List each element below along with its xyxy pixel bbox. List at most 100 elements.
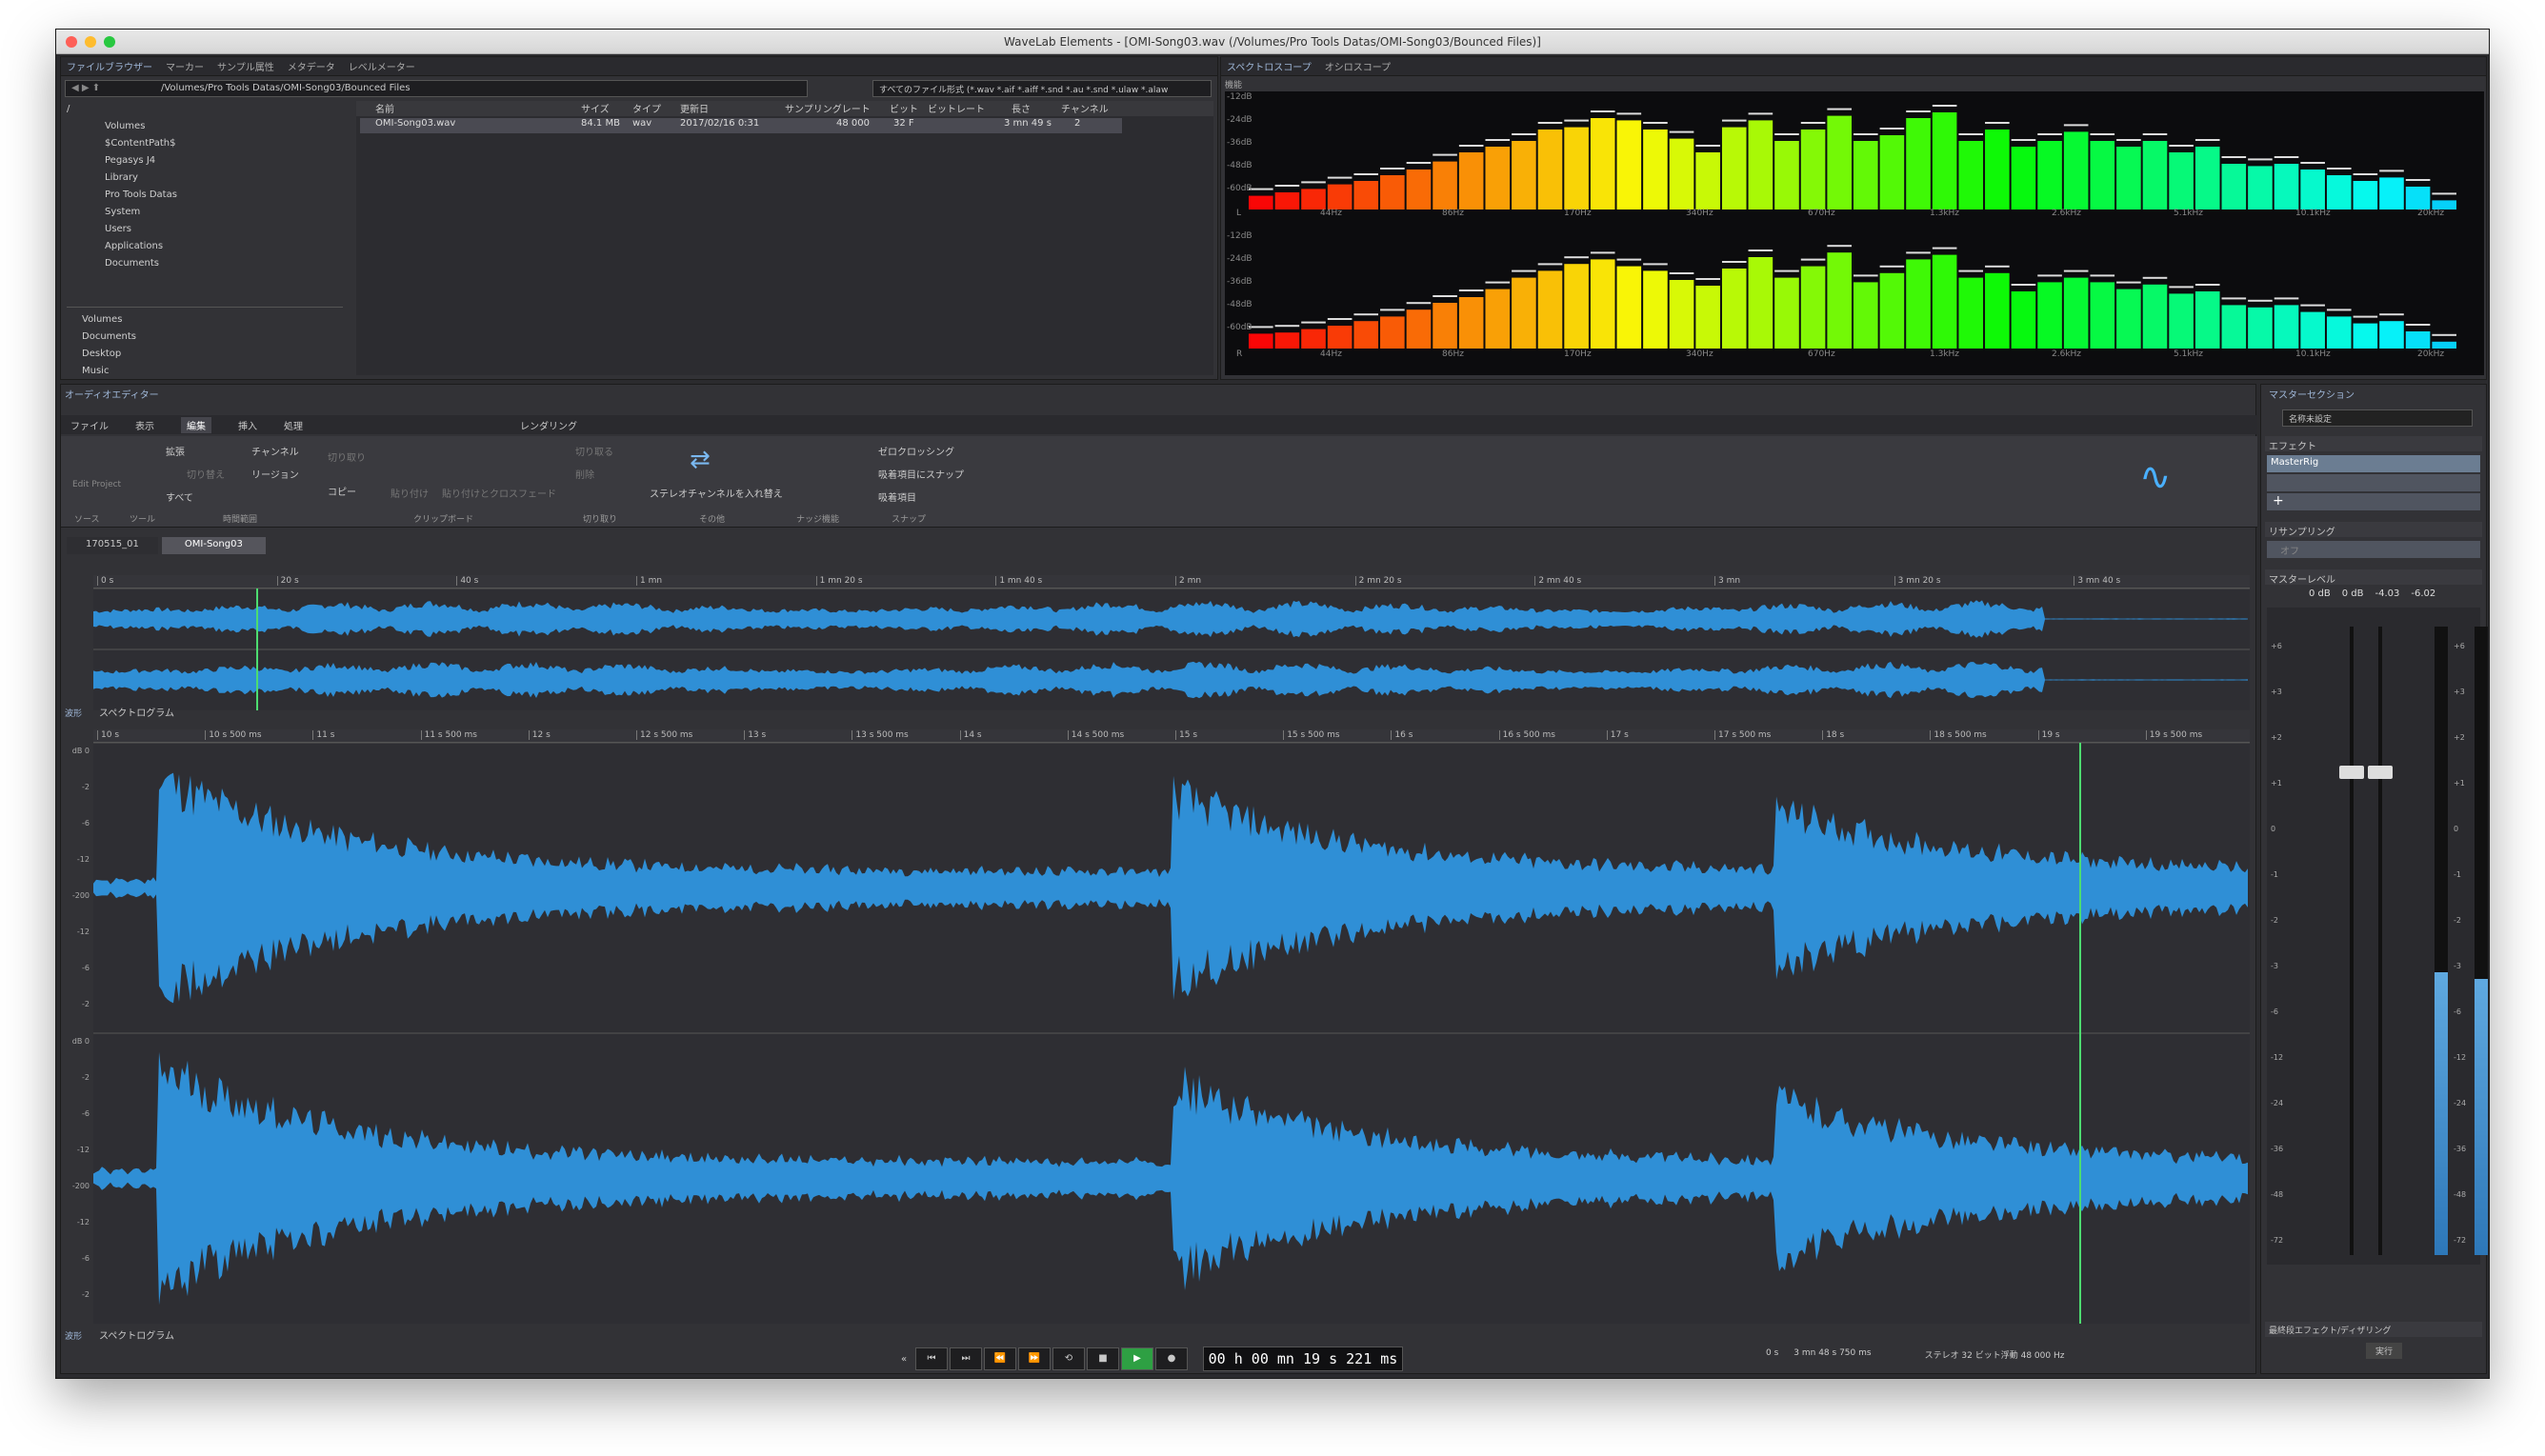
spectrum-peak	[1854, 133, 1878, 135]
edit-project-button[interactable]: Edit Project	[72, 480, 121, 489]
fader-left[interactable]	[2339, 766, 2364, 779]
tab-editor-file[interactable]: ファイル	[70, 418, 109, 432]
time-display[interactable]: 00 h 00 mn 19 s 221 ms	[1203, 1346, 1403, 1371]
col-date[interactable]: 更新日	[680, 101, 709, 115]
record-icon[interactable]: ●	[1155, 1347, 1188, 1370]
add-plugin-icon[interactable]: +	[2267, 493, 2480, 510]
status-start[interactable]: 0 s	[1766, 1348, 1778, 1364]
play-icon[interactable]: ▶	[1121, 1347, 1153, 1370]
file-type-filter[interactable]: すべてのファイル形式 (*.wav *.aif *.aiff *.snd *.a…	[872, 80, 1212, 97]
tab-level-meter[interactable]: レベルメーター	[349, 59, 415, 73]
detail-spectrogram-label[interactable]: スペクトログラム	[99, 1327, 174, 1342]
fader-right-value[interactable]: 0 dB	[2342, 588, 2364, 599]
tree-item[interactable]: Documents	[67, 255, 343, 272]
col-name[interactable]: 名前	[375, 101, 394, 115]
copy-button[interactable]: コピー	[328, 484, 356, 498]
tree-item[interactable]: Pegasys J4	[67, 152, 343, 170]
tab-editor-edit[interactable]: 編集	[181, 416, 211, 433]
overview-spectrogram-label[interactable]: スペクトログラム	[99, 705, 174, 719]
master-preset-field[interactable]: 名称未設定	[2282, 409, 2473, 427]
tree-item[interactable]: Library	[67, 170, 343, 187]
goto-end-icon[interactable]: ⏭	[950, 1347, 982, 1370]
favorite-item[interactable]: Documents	[67, 329, 343, 346]
snap-items-dropdown[interactable]: 吸着項目	[878, 489, 916, 504]
rewind-icon[interactable]: ⏪	[984, 1347, 1016, 1370]
tab-editor-view[interactable]: 表示	[135, 418, 154, 432]
file-row[interactable]: OMI-Song03.wav 84.1 MB wav 2017/02/16 0:…	[360, 118, 1122, 133]
ruler-tick: 10 s 500 ms	[205, 730, 262, 740]
scope-function-label[interactable]: 機能	[1225, 78, 1242, 90]
tab-spectroscope[interactable]: スペクトロスコープ	[1227, 59, 1312, 73]
tab-editor-insert[interactable]: 挿入	[238, 418, 257, 432]
render-button[interactable]: 実行	[2366, 1343, 2403, 1359]
loop-icon[interactable]: ⟲	[1052, 1347, 1085, 1370]
file-tab-omi-song03[interactable]: OMI-Song03	[161, 537, 266, 554]
minimize-window-button[interactable]	[85, 36, 96, 48]
detail-ruler[interactable]: 10 s 10 s 500 ms 11 s 11 s 500 ms 12 s 12 s 5…	[93, 729, 2250, 743]
tree-item[interactable]: /	[67, 101, 343, 118]
zoom-window-button[interactable]	[104, 36, 115, 48]
tab-editor-render[interactable]: レンダリング	[520, 418, 577, 432]
ruler-tick: 10 s	[97, 730, 119, 740]
status-length[interactable]: 3 mn 48 s 750 ms	[1794, 1348, 1871, 1364]
col-rate[interactable]: サンプリングレート	[785, 101, 871, 115]
tree-item[interactable]: Applications	[67, 238, 343, 255]
all-button[interactable]: すべて	[166, 489, 193, 504]
file-date: 2017/02/16 0:31	[680, 118, 760, 129]
crossfade-paste-button[interactable]: 貼り付けとクロスフェード	[442, 486, 556, 500]
tab-metadata[interactable]: メタデータ	[288, 59, 335, 73]
fader-left-value[interactable]: 0 dB	[2309, 588, 2331, 599]
snap-to-items-checkbox[interactable]: 吸着項目にスナップ	[878, 467, 964, 481]
crop-button[interactable]: 切り取る	[575, 444, 613, 458]
expand-button[interactable]: 拡張	[166, 444, 185, 458]
spectrum-peak	[1353, 173, 1379, 175]
status-format[interactable]: ステレオ 32 ビット浮動 48 000 Hz	[1925, 1348, 2065, 1364]
detail-wave-label[interactable]: 波形	[65, 1329, 82, 1342]
col-size[interactable]: サイズ	[581, 101, 610, 115]
tab-file-browser[interactable]: ファイルブラウザー	[67, 59, 152, 73]
overview-waveform[interactable]	[93, 588, 2250, 710]
tree-item[interactable]: System	[67, 204, 343, 221]
goto-start-icon[interactable]: ⏮	[915, 1347, 948, 1370]
zero-crossing-checkbox[interactable]: ゼロクロッシング	[878, 444, 954, 458]
paste-button[interactable]: 貼り付け	[391, 486, 429, 500]
ruler-tick: 20 s	[276, 576, 299, 586]
cut-toggle-button[interactable]: 切り替え	[187, 467, 225, 481]
col-bitrate[interactable]: ビットレート	[928, 101, 985, 115]
master-title: マスターセクション	[2269, 390, 2355, 401]
detail-waveform[interactable]	[93, 743, 2250, 1324]
favorite-item[interactable]: Desktop	[67, 346, 343, 363]
delete-button[interactable]: 削除	[575, 467, 594, 481]
favorite-item[interactable]: Music	[67, 363, 343, 380]
tree-item[interactable]: $ContentPath$	[67, 135, 343, 152]
tree-item[interactable]: Users	[67, 221, 343, 238]
close-window-button[interactable]	[66, 36, 77, 48]
col-length[interactable]: 長さ	[1012, 101, 1031, 115]
col-bits[interactable]: ビット	[890, 101, 918, 115]
tree-item[interactable]: Pro Tools Datas	[67, 187, 343, 204]
favorite-item[interactable]: Volumes	[67, 311, 343, 329]
path-field[interactable]: ◀ ▶ ⬆ /Volumes/Pro Tools Datas/OMI-Song0…	[65, 80, 808, 97]
channel-dropdown[interactable]: チャンネル	[251, 444, 299, 458]
tree-item[interactable]: Volumes	[67, 118, 343, 135]
overview-ruler[interactable]: 0 s 20 s 40 s 1 mn 1 mn 20 s 1 mn 40 s 2 mn 2 m…	[93, 575, 2250, 588]
col-channels[interactable]: チャンネル	[1061, 101, 1109, 115]
tab-editor-process[interactable]: 処理	[284, 418, 303, 432]
resampling-value[interactable]: オフ	[2267, 541, 2480, 558]
fader-right[interactable]	[2368, 766, 2393, 779]
col-type[interactable]: タイプ	[632, 101, 661, 115]
overview-wave-label[interactable]: 波形	[65, 707, 82, 719]
trim-button[interactable]: 切り取り	[328, 449, 366, 464]
file-tab-170515[interactable]: 170515_01	[67, 537, 158, 554]
nav-arrows-icon[interactable]: ◀ ▶ ⬆	[71, 83, 100, 93]
fast-forward-icon[interactable]: ⏩	[1018, 1347, 1051, 1370]
plugin-slot-empty[interactable]	[2267, 474, 2480, 491]
swap-channels-button[interactable]: ステレオチャンネルを入れ替え	[650, 486, 783, 500]
tab-oscilloscope[interactable]: オシロスコープ	[1325, 59, 1391, 73]
transport-collapse-icon[interactable]: «	[894, 1354, 913, 1365]
tab-markers[interactable]: マーカー	[166, 59, 204, 73]
plugin-slot-masterrig[interactable]: MasterRig	[2267, 455, 2480, 472]
stop-icon[interactable]: ■	[1087, 1347, 1119, 1370]
region-dropdown[interactable]: リージョン	[251, 467, 299, 481]
tab-sample-attributes[interactable]: サンプル属性	[217, 59, 274, 73]
